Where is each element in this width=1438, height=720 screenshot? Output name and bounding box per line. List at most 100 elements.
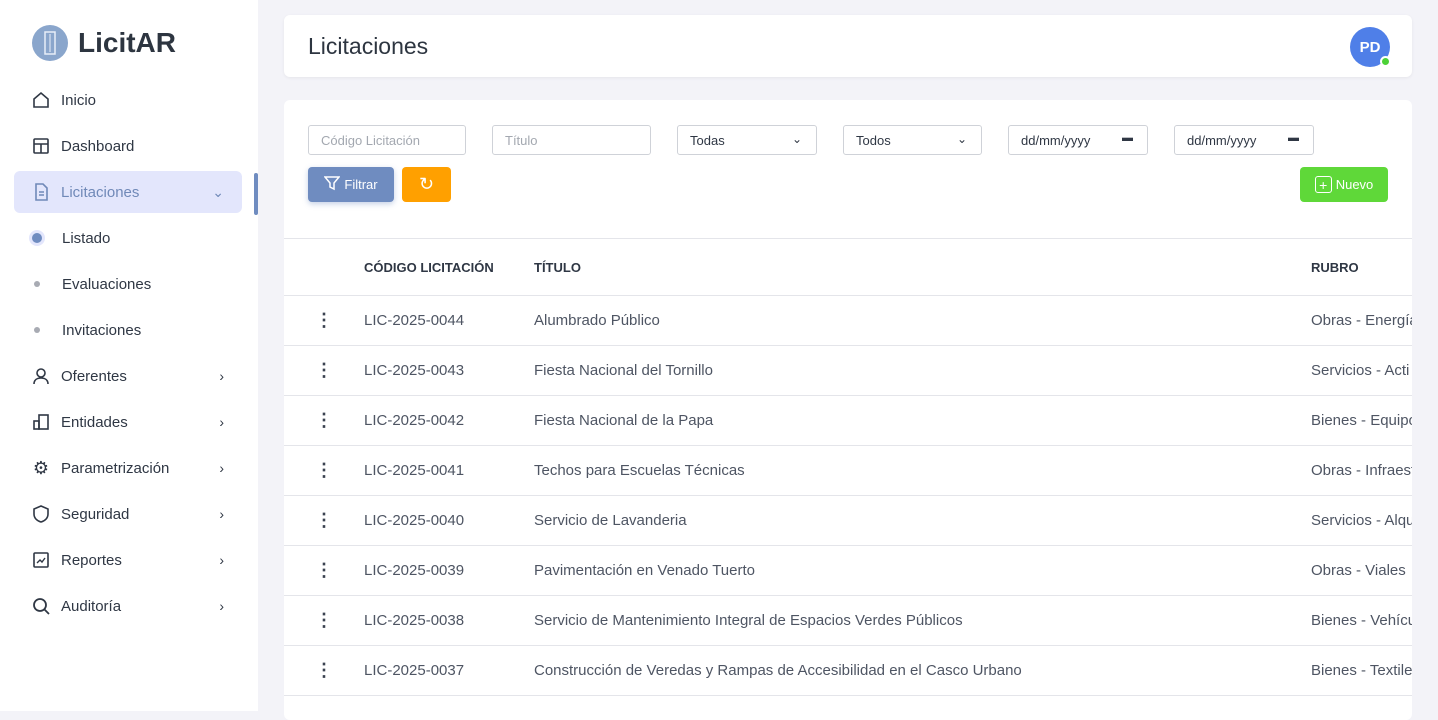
- sidebar-item-auditoria[interactable]: Auditoría ›: [14, 585, 242, 627]
- table-row[interactable]: ⋮ LIC-2025-0042 Fiesta Nacional de la Papa…: [284, 395, 1412, 446]
- select-value: Todos: [856, 132, 891, 148]
- gear-icon: ⚙: [32, 457, 50, 478]
- user-icon: [32, 367, 50, 385]
- codigo-cell: LIC-2025-0041: [364, 445, 534, 496]
- search-icon: [32, 597, 50, 615]
- page-header: Licitaciones PD: [284, 15, 1412, 77]
- tipo-select[interactable]: Todos ⌄: [843, 125, 982, 155]
- column-header[interactable]: CÓDIGO LICITACIÓN: [364, 238, 534, 296]
- logo[interactable]: LicitAR: [32, 25, 176, 61]
- table-row[interactable]: ⋮ LIC-2025-0041 Techos para Escuelas Técni…: [284, 445, 1412, 496]
- rubro-cell: Obras - Infraest: [1311, 445, 1412, 496]
- date-to-input[interactable]: dd/mm/yyyy ▬: [1174, 125, 1314, 155]
- titulo-input[interactable]: Título: [492, 125, 651, 155]
- dot-icon: [34, 281, 40, 287]
- kebab-menu-icon[interactable]: ⋮: [284, 595, 364, 646]
- filter-icon: [323, 175, 341, 194]
- estado-select[interactable]: Todas ⌄: [677, 125, 817, 155]
- licitaciones-table: CÓDIGO LICITACIÓN TÍTULO RUBRO ⋮ LIC-2025…: [284, 238, 1412, 696]
- button-label: Filtrar: [344, 177, 378, 192]
- sidebar-item-reportes[interactable]: Reportes ›: [14, 539, 242, 581]
- sidebar-item-licitaciones[interactable]: Licitaciones ⌄: [14, 171, 242, 213]
- sidebar-item-parametrizacion[interactable]: ⚙ Parametrización ›: [14, 447, 242, 489]
- kebab-menu-icon[interactable]: ⋮: [284, 495, 364, 546]
- table-row[interactable]: ⋮ LIC-2025-0038 Servicio de Mantenimiento …: [284, 595, 1412, 646]
- sidebar-item-dashboard[interactable]: Dashboard: [14, 125, 242, 167]
- page-title: Licitaciones: [308, 33, 429, 59]
- plus-square-icon: +: [1314, 176, 1332, 193]
- rubro-cell: Bienes - Equipo: [1311, 395, 1412, 446]
- actions-header: [284, 238, 364, 296]
- sidebar-item-label: Oferentes: [61, 367, 127, 385]
- sidebar-item-label: Seguridad: [61, 505, 130, 523]
- sidebar-item-label: Invitaciones: [62, 321, 142, 339]
- table-row[interactable]: ⋮ LIC-2025-0043 Fiesta Nacional del Tornil…: [284, 345, 1412, 396]
- table-row[interactable]: ⋮ LIC-2025-0037 Construcción de Veredas y …: [284, 645, 1412, 696]
- rubro-cell: Bienes - Textile: [1311, 645, 1412, 696]
- sidebar: LicitAR Inicio Dashboard Licitaciones ⌄ L…: [0, 0, 258, 711]
- layout-icon: [32, 137, 50, 155]
- titulo-cell: Pavimentación en Venado Tuerto: [534, 545, 1311, 596]
- titulo-cell: Fiesta Nacional del Tornillo: [534, 345, 1311, 396]
- date-value: dd/mm/yyyy: [1021, 132, 1091, 148]
- table-row[interactable]: ⋮ LIC-2025-0039 Pavimentación en Venado Tu…: [284, 545, 1412, 596]
- reset-icon: ↻: [418, 174, 435, 194]
- sidebar-item-oferentes[interactable]: Oferentes ›: [14, 355, 242, 397]
- titulo-cell: Fiesta Nacional de la Papa: [534, 395, 1311, 446]
- sidebar-item-label: Inicio: [61, 91, 97, 109]
- shield-icon: [32, 505, 50, 523]
- kebab-menu-icon[interactable]: ⋮: [284, 295, 364, 346]
- kebab-menu-icon[interactable]: ⋮: [284, 545, 364, 596]
- document-icon: [32, 183, 50, 201]
- sidebar-subitem-invitaciones[interactable]: Invitaciones: [14, 309, 242, 351]
- date-value: dd/mm/yyyy: [1187, 132, 1257, 148]
- kebab-menu-icon[interactable]: ⋮: [284, 395, 364, 446]
- table-row[interactable]: ⋮ LIC-2025-0040 Servicio de Lavanderia Serv…: [284, 495, 1412, 546]
- column-header[interactable]: TÍTULO: [534, 238, 1311, 296]
- chevron-right-icon: ›: [219, 368, 224, 384]
- table-row[interactable]: ⋮ LIC-2025-0044 Alumbrado Público Obras - E…: [284, 295, 1412, 346]
- sidebar-subitem-listado[interactable]: Listado: [14, 217, 242, 259]
- sidebar-item-label: Parametrización: [61, 459, 170, 477]
- filtrar-button[interactable]: Filtrar: [308, 167, 394, 202]
- codigo-cell: LIC-2025-0038: [364, 595, 534, 646]
- sidebar-item-seguridad[interactable]: Seguridad ›: [14, 493, 242, 535]
- dot-icon: [34, 327, 40, 333]
- active-indicator: [254, 173, 258, 215]
- codigo-cell: LIC-2025-0037: [364, 645, 534, 696]
- titulo-cell: Servicio de Lavanderia: [534, 495, 1311, 546]
- chevron-right-icon: ›: [219, 506, 224, 522]
- select-value: Todas: [690, 132, 725, 148]
- sidebar-subitem-evaluaciones[interactable]: Evaluaciones: [14, 263, 242, 305]
- sidebar-item-label: Listado: [62, 229, 111, 247]
- table-header-row: CÓDIGO LICITACIÓN TÍTULO RUBRO: [284, 238, 1412, 296]
- reset-button[interactable]: ↻: [402, 167, 451, 202]
- nuevo-button[interactable]: + Nuevo: [1300, 167, 1388, 202]
- date-from-input[interactable]: dd/mm/yyyy ▬: [1008, 125, 1148, 155]
- sidebar-item-label: Reportes: [61, 551, 122, 569]
- sidebar-item-label: Evaluaciones: [62, 275, 152, 293]
- titulo-cell: Servicio de Mantenimiento Integral de Es…: [534, 595, 1311, 646]
- sidebar-item-label: Licitaciones: [61, 183, 140, 201]
- rubro-cell: Bienes - Vehícu: [1311, 595, 1412, 646]
- codigo-cell: LIC-2025-0040: [364, 495, 534, 546]
- codigo-input[interactable]: Código Licitación: [308, 125, 466, 155]
- codigo-cell: LIC-2025-0042: [364, 395, 534, 446]
- kebab-menu-icon[interactable]: ⋮: [284, 345, 364, 396]
- column-header[interactable]: RUBRO: [1311, 238, 1412, 296]
- kebab-menu-icon[interactable]: ⋮: [284, 445, 364, 496]
- button-label: Nuevo: [1335, 177, 1374, 192]
- building-icon: [32, 413, 50, 431]
- codigo-cell: LIC-2025-0044: [364, 295, 534, 346]
- rubro-cell: Obras - Energía: [1311, 295, 1412, 346]
- sidebar-item-inicio[interactable]: Inicio: [14, 79, 242, 121]
- titulo-cell: Construcción de Veredas y Rampas de Acce…: [534, 645, 1311, 696]
- titulo-cell: Alumbrado Público: [534, 295, 1311, 346]
- calendar-icon: ▬: [1122, 132, 1133, 144]
- sidebar-item-entidades[interactable]: Entidades ›: [14, 401, 242, 443]
- online-status-icon: [1380, 56, 1391, 67]
- avatar[interactable]: PD: [1350, 27, 1391, 67]
- avatar-initials: PD: [1359, 38, 1381, 56]
- chevron-down-icon: ⌄: [212, 184, 224, 200]
- kebab-menu-icon[interactable]: ⋮: [284, 645, 364, 696]
